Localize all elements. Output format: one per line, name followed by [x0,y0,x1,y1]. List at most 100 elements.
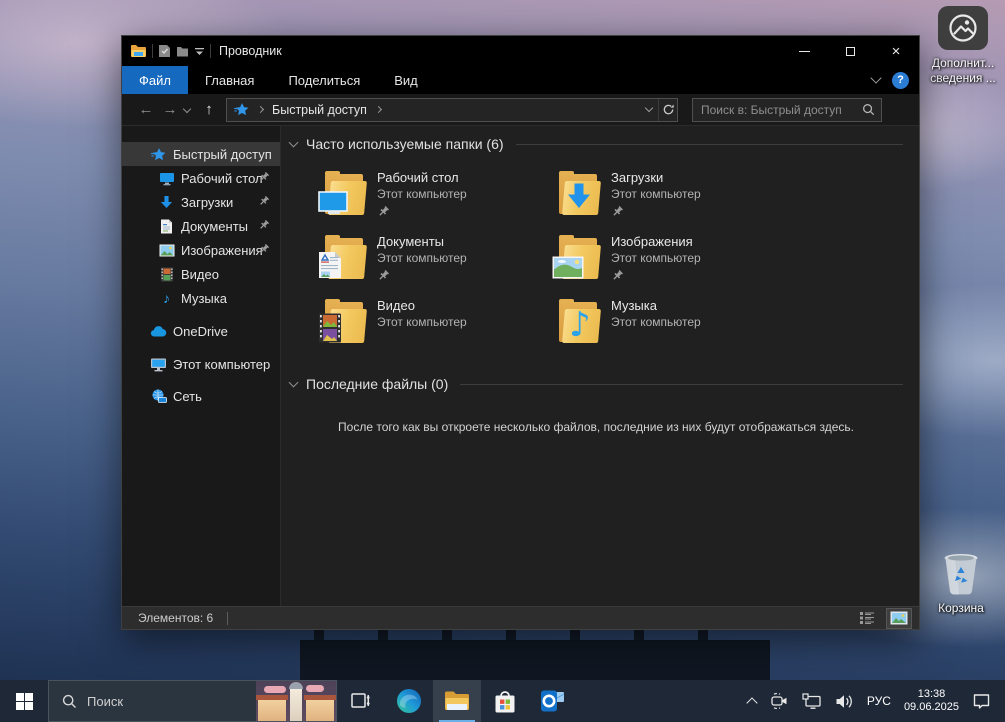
clock[interactable]: 13:38 09.06.2025 [904,688,959,714]
refresh-icon[interactable] [658,99,677,121]
up-arrow-icon[interactable]: ↑ [198,101,220,118]
desktop-monitor-icon [158,170,175,187]
status-separator [227,612,228,625]
customize-quick-access-chevron[interactable] [194,47,205,56]
folder-documents-icon [321,234,367,280]
sidebar-item-label: Загрузки [181,195,233,210]
sidebar-item-videos[interactable]: Видео [122,262,280,286]
search-highlight-image[interactable] [256,681,336,721]
folder-downloads-icon [555,170,601,216]
pin-icon [611,205,701,223]
desktop-shortcut-info[interactable]: Дополнит... сведения ... [918,6,1005,86]
close-button[interactable]: × [873,36,919,66]
network-tray-icon[interactable] [802,693,822,710]
tab-file[interactable]: Файл [122,66,188,94]
folder-tile-downloads[interactable]: Загрузки Этот компьютер [555,168,789,232]
pin-icon [258,195,270,210]
folder-desktop-icon [321,170,367,216]
new-folder-icon[interactable] [176,45,189,58]
volume-icon[interactable] [835,693,854,710]
folder-tile-music[interactable]: ♪ Музыка Этот компьютер [555,296,789,360]
section-collapse-chevron-icon[interactable] [289,138,299,148]
folder-tile-desktop[interactable]: Рабочий стол Этот компьютер [321,168,555,232]
quick-access-toolbar [122,44,211,58]
folder-pictures-icon [555,234,601,280]
tile-name: Видео [377,297,467,314]
frequent-folders-header[interactable]: Часто используемые папки (6) [289,136,903,152]
details-view-icon[interactable] [855,609,879,628]
sidebar-item-desktop[interactable]: Рабочий стол [122,166,280,190]
sidebar-item-label: OneDrive [173,324,228,339]
desktop: Дополнит... сведения ... Корзина [0,0,1005,722]
tab-view[interactable]: Вид [377,66,435,94]
tile-name: Документы [377,233,467,250]
ribbon-collapse-chevron-icon[interactable] [870,72,881,83]
section-collapse-chevron-icon[interactable] [289,378,299,388]
sidebar-item-label: Видео [181,267,219,282]
thumbnail-view-icon[interactable] [887,609,911,628]
sidebar-item-quick-access[interactable]: Быстрый доступ [122,142,280,166]
windows-start-icon [16,693,33,710]
sidebar-item-this-pc[interactable]: Этот компьютер [122,352,280,376]
tab-share[interactable]: Поделиться [271,66,377,94]
help-button[interactable]: ? [892,72,909,89]
outlook-icon [540,689,566,713]
sidebar-item-music[interactable]: ♪ Музыка [122,286,280,310]
sidebar-item-documents[interactable]: Документы [122,214,280,238]
recycle-bin[interactable]: Корзина [916,549,1005,616]
sidebar-item-onedrive[interactable]: OneDrive [122,319,280,343]
forward-arrow-icon[interactable]: → [158,101,182,118]
address-bar[interactable]: Быстрый доступ [226,98,678,122]
maximize-button[interactable] [827,36,873,66]
sidebar-item-downloads[interactable]: Загрузки [122,190,280,214]
language-indicator[interactable]: РУС [867,694,891,708]
magnifier-icon[interactable] [862,103,875,116]
start-button[interactable] [0,680,48,722]
task-view-button[interactable] [337,680,385,722]
folder-tile-pictures[interactable]: Изображения Этот компьютер [555,232,789,296]
sidebar-item-label: Документы [181,219,248,234]
music-note-icon: ♪ [569,308,591,342]
folder-music-icon: ♪ [555,298,601,344]
folder-tile-videos[interactable]: Видео Этот компьютер [321,296,555,360]
explorer-search-input[interactable]: Поиск в: Быстрый доступ [692,98,882,122]
taskbar-search-input[interactable]: Поиск [48,680,337,722]
sidebar-item-pictures[interactable]: Изображения [122,238,280,262]
titlebar[interactable]: Проводник × [122,36,919,66]
wallpaper-pier [300,640,770,680]
tile-location: Этот компьютер [611,250,701,266]
edge-button[interactable] [385,680,433,722]
taskbar-apps [337,680,577,722]
folder-tile-documents[interactable]: Документы Этот компьютер [321,232,555,296]
file-explorer-button[interactable] [433,680,481,722]
outlook-button[interactable] [529,680,577,722]
status-bar: Элементов: 6 [122,606,919,629]
properties-icon[interactable] [158,44,171,58]
store-button[interactable] [481,680,529,722]
tray-chevron-up-icon[interactable] [746,697,757,708]
pin-icon [611,269,701,287]
tile-location: Этот компьютер [377,186,467,202]
quick-access-star-icon [234,102,249,117]
tile-name: Рабочий стол [377,169,467,186]
breadcrumb-chevron-icon[interactable] [375,106,382,113]
sidebar-item-network[interactable]: Сеть [122,384,280,408]
address-dropdown-chevron-icon[interactable] [639,99,658,121]
recent-files-header[interactable]: Последние файлы (0) [289,376,903,392]
time: 13:38 [904,688,959,701]
sidebar-item-label: Изображения [181,243,263,258]
pin-icon [258,219,270,234]
back-arrow-icon[interactable]: ← [134,101,158,118]
sidebar-item-label: Сеть [173,389,202,404]
ribbon-tabs: Файл Главная Поделиться Вид ? [122,66,919,94]
breadcrumb-root[interactable]: Быстрый доступ [272,103,367,117]
window-title: Проводник [219,44,282,58]
magnifier-icon [62,694,77,709]
sidebar-item-label: Быстрый доступ [173,147,272,162]
recent-locations-chevron-icon[interactable] [183,104,191,112]
minimize-button[interactable] [781,36,827,66]
meet-now-camera-icon[interactable] [769,692,789,710]
tab-home[interactable]: Главная [188,66,271,94]
frequent-folders-grid: Рабочий стол Этот компьютер Загрузки Э [321,168,903,360]
action-center-icon[interactable] [972,692,991,710]
